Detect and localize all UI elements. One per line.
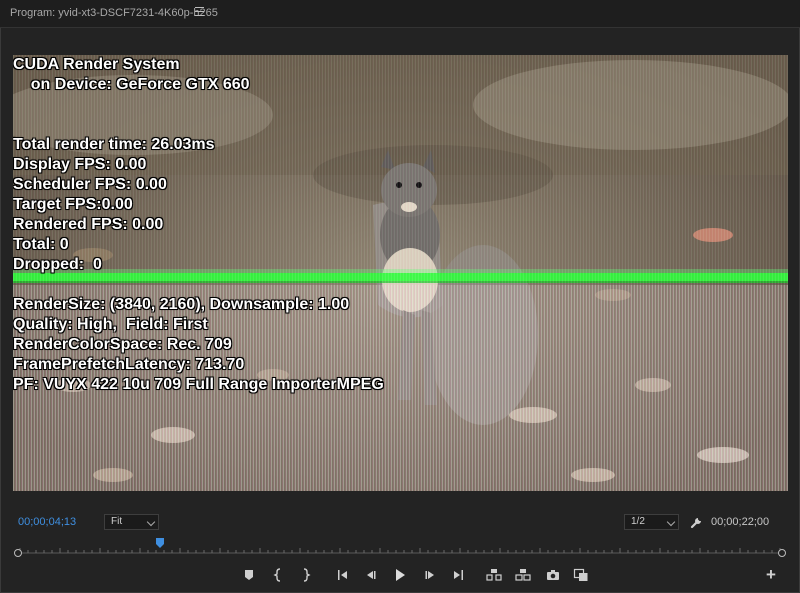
overlay-line: Total: 0 (13, 236, 69, 253)
zoom-level-value: Fit (111, 516, 123, 527)
overlay-line: Dropped: 0 (13, 256, 102, 273)
chevron-down-icon (146, 517, 156, 527)
camera-icon[interactable] (545, 567, 561, 583)
overlay-line: Display FPS: 0.00 (13, 156, 147, 173)
current-timecode[interactable]: 00;00;04;13 (18, 516, 76, 528)
overlay-line: Scheduler FPS: 0.00 (13, 176, 167, 193)
playhead-icon[interactable] (156, 538, 164, 548)
go-to-in-icon[interactable] (335, 567, 351, 583)
add-marker-icon[interactable] (241, 567, 257, 583)
overlay-line: FramePrefetchLatency: 713.70 (13, 356, 245, 373)
overlay-line: CUDA Render System (13, 56, 180, 73)
play-icon[interactable] (392, 567, 408, 583)
playback-resolution-select[interactable]: 1/2 (624, 514, 679, 530)
overlay-line: RenderSize: (3840, 2160), Downsample: 1.… (13, 296, 350, 313)
plus-icon[interactable]: + (766, 566, 776, 583)
go-to-out-icon[interactable] (450, 567, 466, 583)
in-point-handle[interactable] (14, 549, 22, 557)
overlay-line: Quality: High, Field: First (13, 316, 208, 333)
panel-title: Program: yvid-xt3-DSCF7231-4K60p-h265 (10, 7, 218, 19)
lift-icon[interactable] (486, 567, 502, 583)
time-ruler[interactable] (14, 537, 786, 557)
duration-timecode: 00;00;22;00 (711, 516, 770, 528)
ruler-ticks (18, 548, 782, 554)
overlay-line: RenderColorSpace: Rec. 709 (13, 336, 232, 353)
panel-titlebar: Program: yvid-xt3-DSCF7231-4K60p-h265 (0, 0, 800, 28)
program-video-frame[interactable]: CUDA Render System on Device: GeForce GT… (13, 55, 788, 491)
mark-out-icon[interactable] (297, 567, 313, 583)
wrench-icon[interactable] (690, 515, 704, 529)
chevron-down-icon (666, 517, 676, 527)
overlay-line: Target FPS:0.00 (13, 196, 133, 213)
extract-icon[interactable] (515, 567, 531, 583)
out-point-handle[interactable] (778, 549, 786, 557)
overlay-line: on Device: GeForce GTX 660 (13, 76, 250, 93)
overlay-line: PF: VUYX 422 10u 709 Full Range Importer… (13, 376, 384, 393)
step-back-icon[interactable] (363, 567, 379, 583)
zoom-level-select[interactable]: Fit (104, 514, 159, 530)
playback-resolution-value: 1/2 (631, 516, 645, 527)
step-forward-icon[interactable] (422, 567, 438, 583)
overlay-line: Total render time: 26.03ms (13, 136, 215, 153)
overlay-line: Rendered FPS: 0.00 (13, 216, 164, 233)
hamburger-menu-icon[interactable] (195, 7, 204, 16)
video-frame-image (13, 55, 788, 491)
mark-in-icon[interactable] (271, 567, 287, 583)
comparison-view-icon[interactable] (573, 567, 589, 583)
